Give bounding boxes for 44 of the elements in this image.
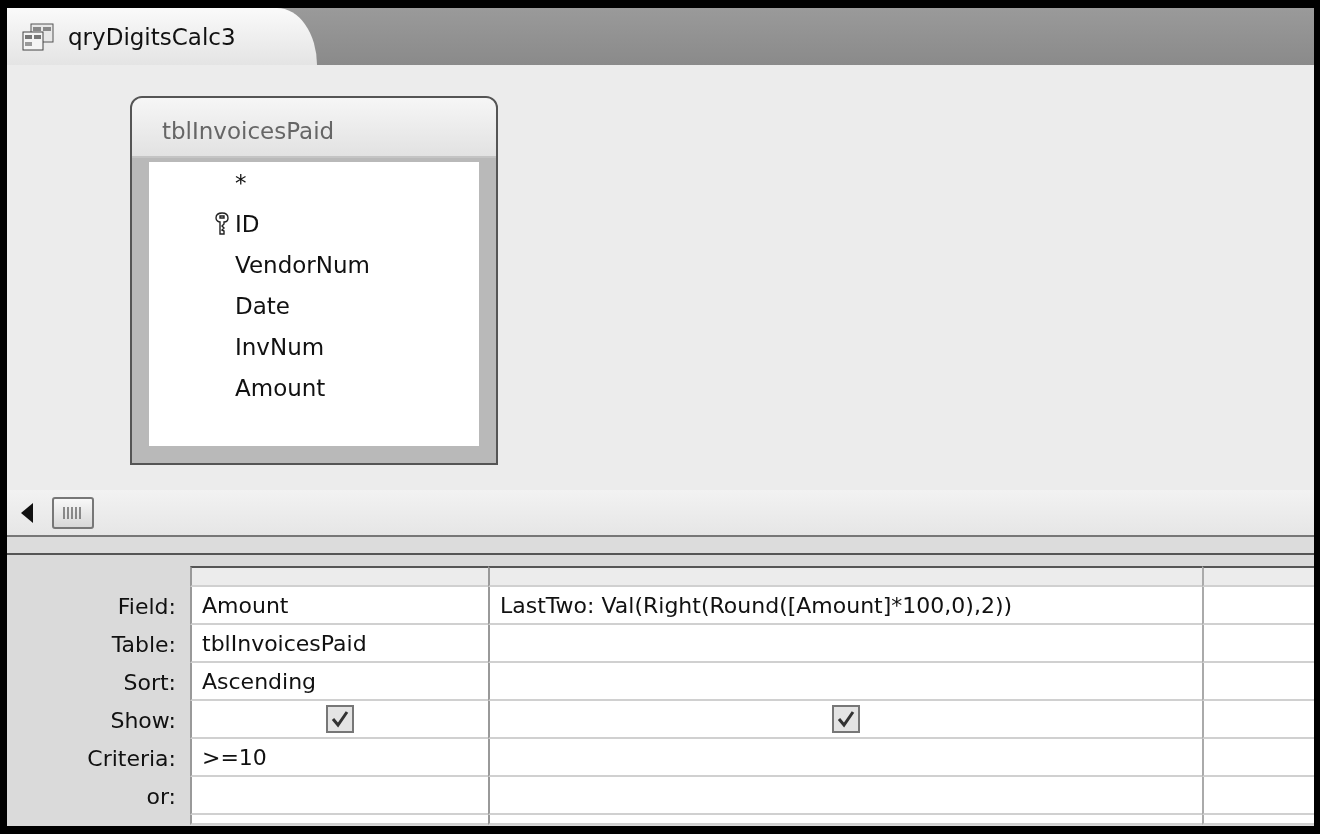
scroll-thumb[interactable] <box>52 496 94 529</box>
row-label: Criteria: <box>86 744 177 773</box>
grid-cell[interactable] <box>488 739 1202 777</box>
column-selector[interactable] <box>190 566 488 587</box>
field-name[interactable]: InvNum <box>235 333 325 360</box>
grid-cell[interactable] <box>488 663 1202 701</box>
pane-splitter[interactable] <box>7 537 1314 555</box>
grid-cell[interactable]: >=10 <box>190 739 488 777</box>
query-tab[interactable]: qryDigitsCalc3 <box>7 8 317 65</box>
table-title: tblInvoicesPaid <box>132 98 496 158</box>
grid-cell[interactable]: Amount <box>190 587 488 625</box>
show-checkbox[interactable] <box>832 705 860 733</box>
field-name[interactable]: Date <box>235 292 290 319</box>
show-checkbox[interactable] <box>326 705 354 733</box>
grid-cell[interactable] <box>1202 815 1314 825</box>
field-name[interactable]: ID <box>235 210 260 237</box>
row-label: Sort: <box>122 668 177 697</box>
grid-cell[interactable] <box>488 815 1202 825</box>
grid-cell[interactable] <box>488 777 1202 815</box>
row-label: Field: <box>116 592 177 621</box>
grid-cell[interactable] <box>488 625 1202 663</box>
grid-cell[interactable]: tblInvoicesPaid <box>190 625 488 663</box>
grid-cell[interactable] <box>1202 777 1314 815</box>
field-name[interactable]: Amount <box>235 374 326 401</box>
column-selector[interactable] <box>488 566 1202 587</box>
grid-cell[interactable] <box>1202 587 1314 625</box>
grid-cell[interactable]: Ascending <box>190 663 488 701</box>
row-label: Show: <box>109 706 177 735</box>
grid-cell[interactable] <box>190 701 488 739</box>
field-name[interactable]: VendorNum <box>235 251 370 278</box>
grid-cell[interactable] <box>1202 701 1314 739</box>
query-icon <box>22 22 54 51</box>
grid-cell[interactable] <box>1202 739 1314 777</box>
row-label: or: <box>145 782 177 811</box>
grid-cell[interactable] <box>190 777 488 815</box>
column-selector[interactable] <box>1202 566 1314 587</box>
grid-cell[interactable] <box>190 815 488 825</box>
row-label: Table: <box>110 630 177 659</box>
scroll-left-icon[interactable] <box>20 501 34 524</box>
grid-cell[interactable]: LastTwo: Val(Right(Round([Amount]*100,0),2)) <box>488 587 1202 625</box>
grid-cell[interactable] <box>1202 663 1314 701</box>
grid-cell[interactable] <box>488 701 1202 739</box>
field-name[interactable]: * <box>235 169 247 196</box>
grid-cell[interactable] <box>1202 625 1314 663</box>
